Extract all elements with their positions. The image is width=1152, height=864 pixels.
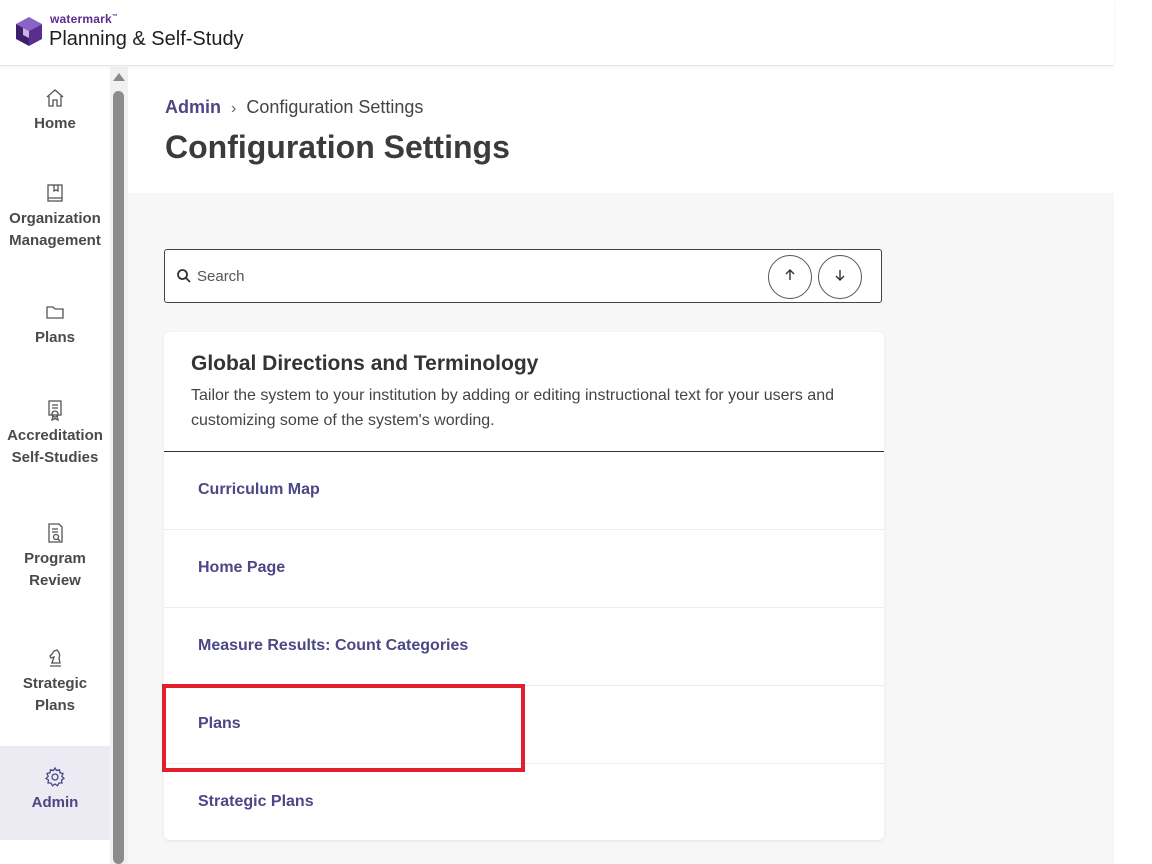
sidebar-item-label: Home: [34, 115, 76, 132]
breadcrumb-current: Configuration Settings: [246, 97, 424, 117]
sidebar-item-label: Strategic: [22, 675, 88, 692]
sidebar-item-strategic-plans[interactable]: Strategic Plans: [0, 647, 110, 727]
sidebar-item-admin[interactable]: Admin: [0, 746, 110, 840]
breadcrumb-admin-link[interactable]: Admin: [165, 97, 221, 117]
arrow-down-icon: [833, 268, 847, 287]
breadcrumb-separator: ›: [231, 100, 237, 117]
config-item-measure-results-count-categories[interactable]: Measure Results: Count Categories: [164, 608, 884, 686]
book-icon: [44, 182, 66, 204]
config-item-label: Strategic Plans: [198, 793, 314, 810]
config-item-label: Measure Results: Count Categories: [198, 637, 469, 654]
search-bar: [164, 249, 882, 303]
sidebar-item-label: Review: [29, 572, 81, 589]
sidebar-item-label: Self-Studies: [11, 449, 99, 466]
config-item-curriculum-map[interactable]: Curriculum Map: [164, 452, 884, 530]
page-header: Admin › Configuration Settings Configurati…: [128, 67, 1114, 193]
product-name: Planning & Self-Study: [49, 28, 244, 50]
sidebar-item-plans[interactable]: Plans: [0, 301, 110, 361]
certificate-icon: [44, 399, 66, 422]
home-icon: [44, 87, 66, 109]
highlight-annotation-box: [162, 684, 525, 772]
sidebar-item-label: Management: [9, 232, 101, 249]
config-item-label: Curriculum Map: [198, 481, 320, 498]
breadcrumb: Admin › Configuration Settings: [165, 97, 423, 118]
scroll-up-arrow-icon[interactable]: [113, 73, 125, 81]
card-description: Tailor the system to your institution by…: [191, 387, 834, 429]
search-previous-button[interactable]: [768, 255, 812, 299]
sidebar-item-organization-management[interactable]: Organization Management: [0, 182, 110, 262]
sidebar-scrollbar[interactable]: [110, 67, 128, 864]
config-item-label: Home Page: [198, 559, 286, 576]
sidebar-item-home[interactable]: Home: [0, 87, 110, 147]
document-search-icon: [44, 522, 66, 544]
sidebar-item-label: Accreditation: [7, 427, 103, 444]
gear-icon: [44, 766, 66, 788]
sidebar-item-program-review[interactable]: Program Review: [0, 522, 110, 602]
arrow-up-icon: [783, 268, 797, 287]
search-input[interactable]: [197, 256, 757, 296]
page-title: Configuration Settings: [165, 129, 510, 165]
sidebar-item-label: Organization: [9, 210, 101, 227]
watermark-logo-icon[interactable]: [14, 16, 44, 48]
chess-knight-icon: [44, 647, 66, 669]
scroll-thumb[interactable]: [113, 91, 124, 864]
card-title: Global Directions and Terminology: [191, 352, 539, 375]
brand-watermark-text: watermark™: [50, 12, 119, 26]
sidebar-item-accreditation-self-studies[interactable]: Accreditation Self-Studies: [0, 399, 110, 479]
config-item-strategic-plans[interactable]: Strategic Plans: [164, 764, 884, 842]
sidebar-nav: Home Organization Management Plans Accre…: [0, 67, 110, 864]
search-icon: [176, 268, 192, 284]
config-item-home-page[interactable]: Home Page: [164, 530, 884, 608]
folder-icon: [44, 301, 66, 323]
top-bar: watermark™ Planning & Self-Study: [0, 0, 1114, 66]
sidebar-item-label: Program: [24, 550, 86, 567]
sidebar-item-label: Admin: [31, 794, 79, 811]
sidebar-item-label: Plans: [34, 329, 76, 346]
search-next-button[interactable]: [818, 255, 862, 299]
sidebar-item-label: Plans: [34, 697, 76, 714]
